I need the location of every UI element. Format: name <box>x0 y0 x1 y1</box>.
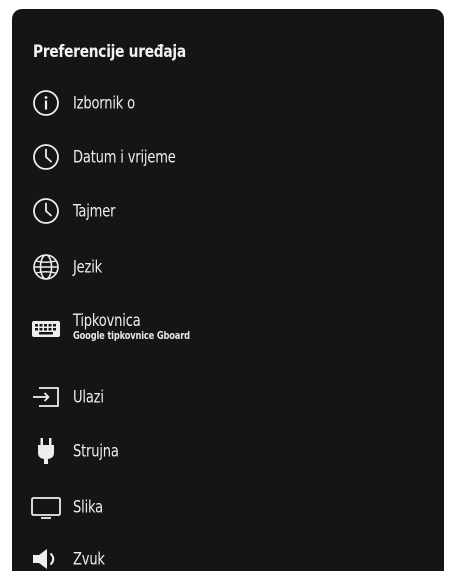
menu-item-picture[interactable]: Slika <box>12 485 444 529</box>
menu-item-date-time[interactable]: Datum i vrijeme <box>12 135 444 179</box>
menu-item-timer[interactable]: Tajmer <box>12 189 444 233</box>
menu-item-about[interactable]: Izbornik o <box>12 81 444 125</box>
plug-icon <box>31 436 61 466</box>
speaker-icon <box>31 544 61 571</box>
clock-icon <box>31 142 61 172</box>
menu-item-label: Tajmer <box>73 201 116 221</box>
settings-menu: Izbornik o Datum i vrijeme Tajmer Jezik … <box>12 9 444 571</box>
menu-item-label: Ulazi <box>73 387 104 407</box>
menu-item-keyboard[interactable]: Tipkovnica Google tipkovnice Gboard <box>12 307 444 351</box>
menu-item-sublabel: Google tipkovnice Gboard <box>73 330 190 342</box>
screen-icon <box>31 492 61 522</box>
clock-icon <box>31 196 61 226</box>
keyboard-icon <box>31 314 61 344</box>
menu-item-label: Jezik <box>73 257 103 277</box>
menu-item-power[interactable]: Strujna <box>12 429 444 473</box>
menu-item-label: Izbornik o <box>73 93 135 113</box>
menu-item-label: Strujna <box>73 441 119 461</box>
globe-icon <box>31 252 61 282</box>
menu-item-label: Tipkovnica <box>73 311 141 330</box>
menu-item-label: Slika <box>73 497 104 517</box>
menu-item-label: Zvuk <box>73 549 105 569</box>
menu-item-inputs[interactable]: Ulazi <box>12 375 444 419</box>
menu-item-language[interactable]: Jezik <box>12 245 444 289</box>
menu-item-text: Tipkovnica Google tipkovnice Gboard <box>73 311 190 342</box>
settings-panel: Preferencije uređaja Izbornik o Datum i … <box>12 9 444 571</box>
menu-item-sound[interactable]: Zvuk <box>12 537 444 571</box>
info-icon <box>31 88 61 118</box>
input-icon <box>31 382 61 412</box>
menu-item-label: Datum i vrijeme <box>73 147 176 167</box>
